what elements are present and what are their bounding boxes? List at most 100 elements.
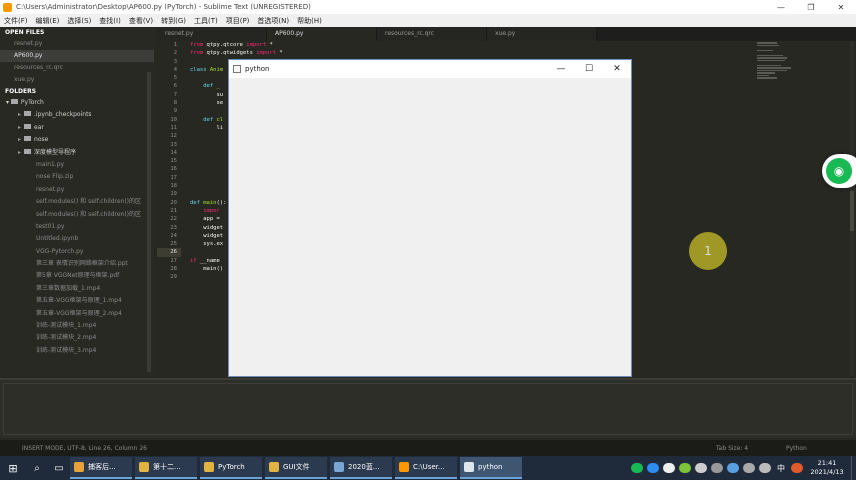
clock-date: 2021/4/13: [810, 468, 844, 476]
folder-icon: [24, 123, 32, 129]
wifi-icon[interactable]: [631, 463, 643, 473]
editor-scrollbar[interactable]: [850, 41, 854, 376]
code-text: widget: [203, 224, 224, 231]
taskbar-item[interactable]: C:\User...: [395, 457, 457, 479]
sublime-app-icon: [3, 2, 12, 12]
shield-icon[interactable]: [727, 463, 739, 473]
taskbar-item[interactable]: GUI文件: [265, 457, 327, 479]
python-maximize-button[interactable]: ☐: [575, 64, 603, 74]
folder-icon: [204, 462, 214, 472]
file-item[interactable]: main1.py: [0, 159, 154, 171]
tab-resnet[interactable]: resnet.py: [157, 27, 267, 41]
syntax-selector[interactable]: Python: [786, 445, 856, 452]
file-item[interactable]: 第三章数据加载_1.mp4: [0, 283, 154, 295]
show-desktop-button[interactable]: [851, 456, 856, 480]
sublime-app-icon: [399, 462, 409, 472]
code-text: su: [216, 91, 224, 98]
folder-item[interactable]: ▸ nose: [0, 134, 154, 146]
network-icon[interactable]: [743, 463, 755, 473]
file-item[interactable]: 第五章-VGG框架与原理_1.mp4: [0, 295, 154, 307]
folder-item[interactable]: ▸ .ipynb_checkpoints: [0, 109, 154, 121]
menu-selection[interactable]: 选择(S): [63, 16, 95, 26]
taskbar: ⊞ ⌕ ▭ 捕客后... 第十二... PyTorch GUI文件 2020蓝.…: [0, 456, 856, 480]
minimize-button[interactable]: —: [766, 3, 796, 12]
python-close-button[interactable]: ✕: [603, 64, 631, 74]
file-item[interactable]: self.modules() 和 self.children()的区: [0, 209, 154, 221]
tab-ap600[interactable]: AP600.py: [267, 27, 377, 41]
open-file-item[interactable]: xue.py: [0, 74, 154, 86]
file-item[interactable]: 第5章 VGGNet原理与框架.pdf: [0, 270, 154, 282]
open-file-item-active[interactable]: AP600.py: [0, 50, 154, 62]
close-button[interactable]: ✕: [826, 3, 856, 12]
scrollbar-thumb[interactable]: [850, 191, 854, 231]
menu-edit[interactable]: 编辑(E): [32, 16, 64, 26]
taskbar-item[interactable]: PyTorch: [200, 457, 262, 479]
floating-widget[interactable]: ◉: [822, 154, 856, 188]
folder-root[interactable]: ▾ PyTorch: [0, 97, 154, 109]
menu-tools[interactable]: 工具(T): [190, 16, 222, 26]
menu-view[interactable]: 查看(V): [125, 16, 157, 26]
code-text: widget: [203, 232, 224, 239]
menu-help[interactable]: 帮助(H): [293, 16, 326, 26]
menu-goto[interactable]: 转到(G): [157, 16, 190, 26]
file-item[interactable]: test01.py: [0, 221, 154, 233]
task-view-icon[interactable]: ▭: [48, 463, 70, 474]
taskbar-item[interactable]: 2020蓝...: [330, 457, 392, 479]
wechat-icon[interactable]: [679, 463, 691, 473]
sidebar-scrollbar[interactable]: [147, 72, 151, 372]
python-window: python — ☐ ✕: [228, 59, 632, 377]
network-app-icon[interactable]: [647, 463, 659, 473]
taskbar-item[interactable]: 捕客后...: [70, 457, 132, 479]
line-number: 21: [170, 207, 177, 214]
clock[interactable]: 21:41 2021/4/13: [805, 459, 849, 477]
chevron-right-icon: ▸: [18, 136, 22, 144]
line-number: 11: [170, 124, 177, 131]
code-text: se: [216, 100, 224, 107]
folder-item[interactable]: ▸ ear: [0, 122, 154, 134]
line-number: 2: [173, 50, 177, 57]
menu-preferences[interactable]: 首选项(N): [253, 16, 293, 26]
file-item[interactable]: self.modules() 和 self.children()的区: [0, 196, 154, 208]
open-file-item[interactable]: resnet.py: [0, 38, 154, 50]
keyboard-icon[interactable]: [711, 463, 723, 473]
maximize-button[interactable]: ❐: [796, 3, 826, 12]
file-item[interactable]: 第五章-VGG框架与原理_2.mp4: [0, 308, 154, 320]
taskbar-item[interactable]: 第十二...: [135, 457, 197, 479]
file-item[interactable]: nose Flip.zip: [0, 171, 154, 183]
file-item[interactable]: 第三章 表情识别网络框架介绍.ppt: [0, 258, 154, 270]
menu-file[interactable]: 文件(F): [0, 16, 32, 26]
folders-header: FOLDERS: [5, 88, 37, 95]
minimap[interactable]: [757, 41, 817, 101]
file-item[interactable]: VGG-Pytorch.py: [0, 246, 154, 258]
folder-icon: [269, 462, 279, 472]
line-number: 19: [170, 191, 177, 198]
python-window-body[interactable]: [229, 78, 631, 376]
folder-item[interactable]: ▸ 深度模型导程序: [0, 147, 154, 159]
volume-icon[interactable]: [759, 463, 771, 473]
menu-find[interactable]: 查找(I): [95, 16, 125, 26]
input-method-icon[interactable]: [791, 463, 803, 473]
code-text: *: [266, 42, 273, 48]
cloud-icon[interactable]: [695, 463, 707, 473]
taskbar-item-label: 第十二...: [153, 463, 181, 471]
ime-indicator[interactable]: 中: [777, 463, 785, 474]
taskbar-item-active[interactable]: python: [460, 457, 522, 479]
line-number: 16: [170, 166, 177, 173]
file-item[interactable]: 训练-测试模块_2.mp4: [0, 332, 154, 344]
taskbar-item-label: 2020蓝...: [348, 463, 380, 471]
search-icon[interactable]: ⌕: [26, 463, 48, 474]
tab-xue[interactable]: xue.py: [487, 27, 597, 41]
open-file-item[interactable]: resources_rc.qrc: [0, 62, 154, 74]
line-number: 14: [170, 149, 177, 156]
menu-project[interactable]: 项目(P): [222, 16, 254, 26]
file-item[interactable]: resnet.py: [0, 184, 154, 196]
tray-app-icon[interactable]: [663, 463, 675, 473]
python-minimize-button[interactable]: —: [547, 64, 575, 74]
tab-size-selector[interactable]: Tab Size: 4: [716, 445, 786, 452]
file-item[interactable]: Untitled.ipynb: [0, 233, 154, 245]
file-item[interactable]: 训练-测试模块_1.mp4: [0, 320, 154, 332]
file-item[interactable]: 训练-测试模块_3.mp4: [0, 345, 154, 357]
windows-start-icon[interactable]: ⊞: [0, 462, 26, 475]
tab-resources-rc[interactable]: resources_rc.qrc: [377, 27, 487, 41]
code-text: ():: [216, 199, 227, 206]
